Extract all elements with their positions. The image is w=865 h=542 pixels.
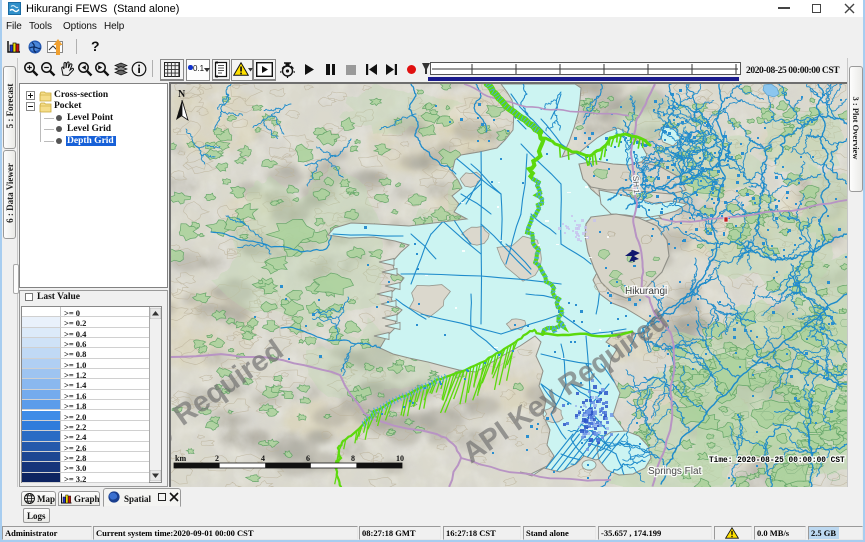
svg-text:10: 10 bbox=[396, 454, 404, 463]
svg-text:2: 2 bbox=[215, 454, 219, 463]
svg-text:8: 8 bbox=[351, 454, 355, 463]
svg-text:km: km bbox=[175, 454, 186, 463]
svg-text:Springs Flat: Springs Flat bbox=[648, 466, 702, 477]
svg-text:4: 4 bbox=[261, 454, 265, 463]
svg-text:SH 1: SH 1 bbox=[631, 176, 641, 195]
svg-text:N: N bbox=[178, 89, 186, 100]
svg-text:Time: 2020-08-25 00:00:00 CST: Time: 2020-08-25 00:00:00 CST bbox=[709, 457, 845, 465]
svg-text:Hikurangi: Hikurangi bbox=[625, 286, 667, 297]
svg-text:6: 6 bbox=[306, 454, 310, 463]
